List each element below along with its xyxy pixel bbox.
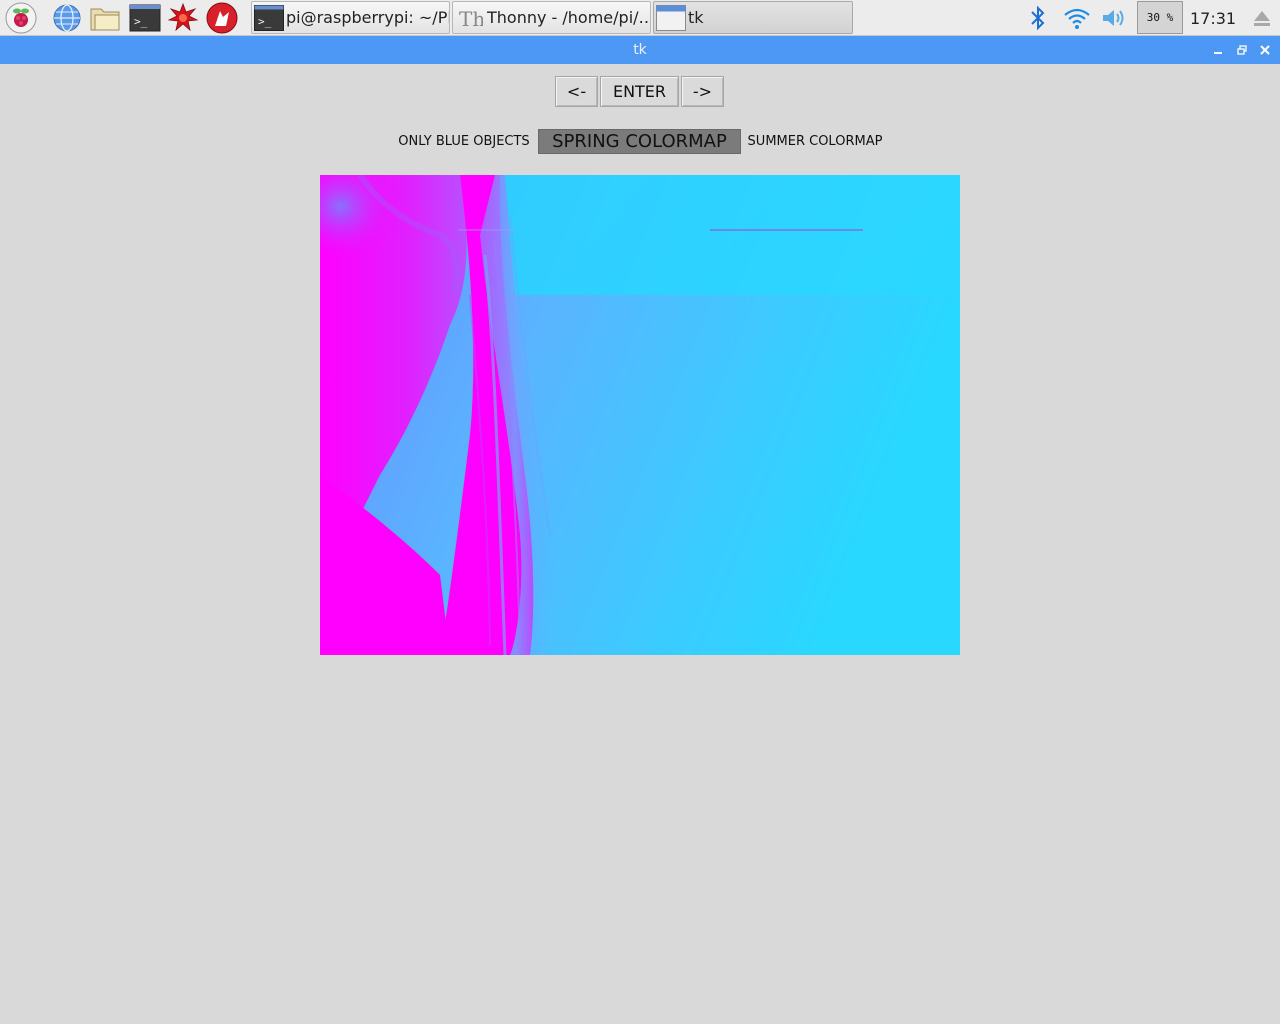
next-button[interactable]: ->	[681, 76, 724, 107]
task-terminal[interactable]: >_ pi@raspberrypi: ~/Pl…	[251, 1, 450, 34]
task-label: Thonny - /home/pi/…	[487, 8, 650, 27]
svg-text:>_: >_	[134, 15, 148, 28]
close-icon	[1260, 45, 1270, 55]
thonny-icon: Th	[455, 4, 485, 32]
cpu-usage-monitor[interactable]: 30 %	[1137, 1, 1183, 34]
volume-icon[interactable]	[1099, 2, 1129, 34]
bluetooth-icon[interactable]	[1025, 2, 1051, 34]
svg-text:>_: >_	[258, 15, 272, 28]
mode-only-blue-objects[interactable]: ONLY BLUE OBJECTS	[392, 129, 536, 154]
maximize-button[interactable]	[1233, 41, 1251, 59]
wolfram-icon[interactable]	[206, 2, 238, 34]
mode-summer-colormap[interactable]: SUMMER COLORMAP	[743, 129, 887, 154]
web-browser-icon[interactable]	[51, 2, 83, 34]
eject-icon[interactable]	[1249, 2, 1275, 34]
minimize-button[interactable]	[1209, 41, 1227, 59]
mathematica-icon[interactable]	[167, 2, 199, 34]
window-title: tk	[633, 42, 647, 58]
task-thonny[interactable]: Th Thonny - /home/pi/…	[452, 1, 651, 34]
raspberry-menu-icon[interactable]	[5, 2, 37, 34]
window-icon	[656, 4, 686, 32]
colormap-image	[320, 175, 960, 655]
prev-button[interactable]: <-	[555, 76, 598, 107]
close-button[interactable]	[1256, 41, 1274, 59]
task-label: tk	[688, 8, 704, 27]
taskbar: >_ >_ pi@raspberrypi: ~/Pl… Th	[0, 0, 1280, 36]
svg-text:Th: Th	[459, 7, 483, 31]
camera-preview-image	[320, 175, 960, 655]
file-manager-icon[interactable]	[89, 2, 121, 34]
window-titlebar[interactable]: tk	[0, 36, 1280, 64]
terminal-icon: >_	[254, 4, 284, 32]
terminal-icon[interactable]: >_	[129, 2, 161, 34]
wifi-icon[interactable]	[1062, 2, 1092, 34]
minimize-icon	[1214, 52, 1222, 54]
task-label: pi@raspberrypi: ~/Pl…	[286, 8, 449, 27]
mode-spring-colormap[interactable]: SPRING COLORMAP	[538, 129, 741, 154]
mode-selector: ONLY BLUE OBJECTS SPRING COLORMAP SUMMER…	[0, 129, 1280, 154]
task-tk[interactable]: tk	[653, 1, 853, 34]
enter-button[interactable]: ENTER	[600, 76, 679, 107]
clock[interactable]: 17:31	[1190, 0, 1236, 36]
maximize-icon	[1237, 45, 1247, 55]
cpu-usage-text: 30 %	[1146, 11, 1174, 24]
